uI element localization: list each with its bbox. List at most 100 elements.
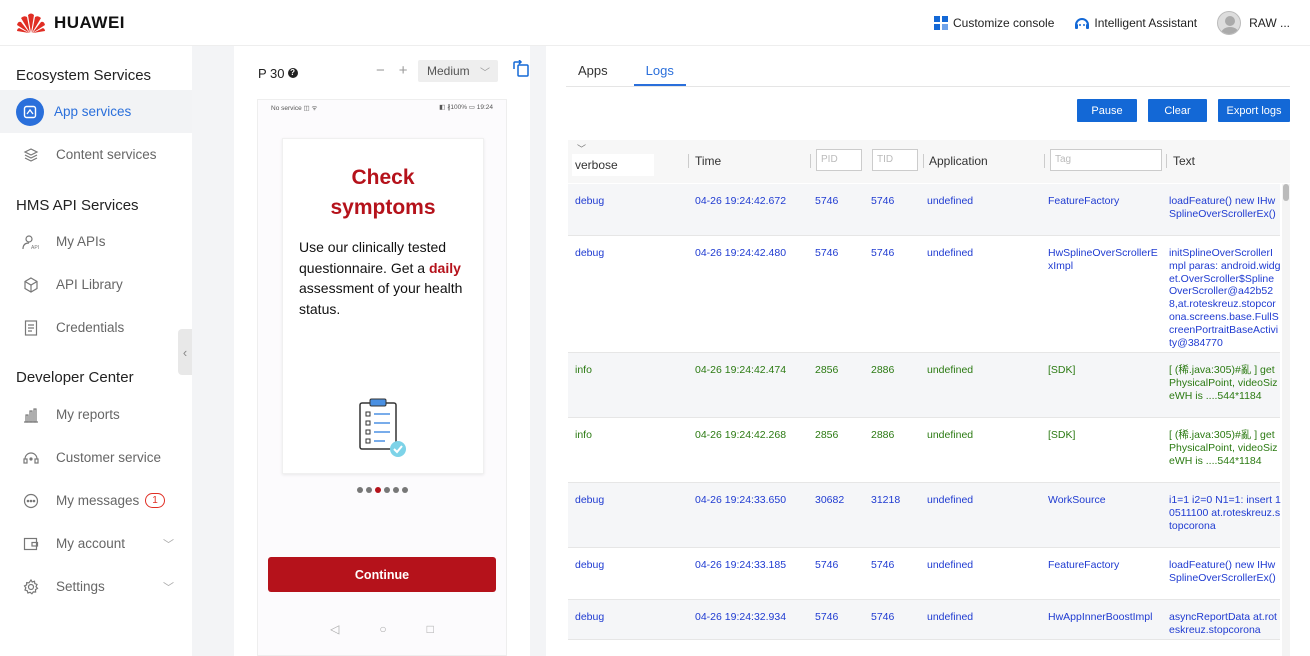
tid-filter-input[interactable]: TID bbox=[872, 149, 918, 171]
chevron-down-icon[interactable]: ﹀ bbox=[163, 536, 174, 552]
log-time: 04-26 19:24:33.185 bbox=[695, 559, 787, 571]
column-divider bbox=[923, 154, 924, 168]
card-body-highlight: daily bbox=[428, 259, 461, 276]
pagination-dot[interactable] bbox=[401, 487, 408, 493]
table-row[interactable]: debug 04-26 19:24:33.185 5746 5746 undefined… bbox=[568, 548, 1280, 600]
section-hms-api-services: HMS API Services bbox=[16, 197, 139, 214]
sidebar-item-label: Customer service bbox=[56, 450, 162, 465]
huawei-flower-icon bbox=[17, 13, 45, 33]
chevron-left-icon: ‹ bbox=[182, 344, 188, 360]
intelligent-assistant-link[interactable]: Intelligent Assistant bbox=[1074, 16, 1197, 30]
pagination-dot[interactable] bbox=[383, 487, 390, 493]
sidebar-item-label: Content services bbox=[56, 147, 157, 162]
pid-filter-input[interactable]: PID bbox=[816, 149, 862, 171]
table-row[interactable]: debug 04-26 19:24:42.480 5746 5746 undefined… bbox=[568, 236, 1280, 353]
log-time: 04-26 19:24:42.672 bbox=[695, 195, 787, 207]
device-panel: P 30 ? − + Medium ﹀ No service ◫ ᯤ ◧ ∦10… bbox=[234, 46, 530, 656]
chevron-down-icon[interactable]: ﹀ bbox=[163, 579, 174, 595]
pagination-dot[interactable] bbox=[365, 487, 372, 493]
log-pid: 2856 bbox=[815, 429, 839, 441]
log-text: [ (稀.java:305)#亂 ] getPhysicalPoint, vid… bbox=[1169, 364, 1278, 402]
log-tag: HwAppInnerBoostImpl bbox=[1048, 611, 1153, 623]
chevron-down-icon: ﹀ bbox=[480, 67, 490, 79]
home-nav-icon[interactable]: ○ bbox=[379, 622, 386, 636]
app-services-icon bbox=[16, 97, 44, 126]
log-level: info bbox=[575, 364, 592, 376]
level-filter-select[interactable]: ﹀ verbose bbox=[572, 144, 654, 176]
continue-button[interactable]: Continue bbox=[268, 557, 496, 592]
log-time: 04-26 19:24:33.650 bbox=[695, 494, 787, 506]
layers-icon bbox=[20, 144, 42, 166]
sidebar-item-label: My account bbox=[56, 536, 126, 551]
export-logs-button[interactable]: Export logs bbox=[1218, 99, 1290, 122]
recents-nav-icon[interactable]: □ bbox=[427, 622, 434, 636]
chat-icon bbox=[20, 490, 42, 512]
log-time: 04-26 19:24:42.268 bbox=[695, 429, 787, 441]
log-tid: 5746 bbox=[871, 247, 895, 259]
sidebar-item-api-library[interactable]: API Library bbox=[0, 263, 192, 306]
help-icon[interactable]: ? bbox=[287, 68, 298, 78]
log-text: initSplineOverScrollerImpl paras: androi… bbox=[1169, 247, 1281, 349]
tag-filter-input[interactable]: Tag bbox=[1050, 149, 1162, 171]
huawei-logo[interactable]: HUAWEI bbox=[16, 11, 125, 35]
pagination-dot[interactable] bbox=[392, 487, 399, 493]
log-tid: 5746 bbox=[871, 559, 895, 571]
status-right: ◧ ∦100% ▭ 19:24 bbox=[439, 104, 493, 111]
column-divider bbox=[1044, 154, 1045, 168]
pagination-dot-active[interactable] bbox=[374, 487, 381, 493]
zoom-in-button[interactable]: + bbox=[399, 62, 408, 79]
pause-button[interactable]: Pause bbox=[1077, 99, 1137, 122]
column-divider bbox=[688, 154, 689, 168]
table-row[interactable]: debug 04-26 19:24:32.934 5746 5746 undefined… bbox=[568, 600, 1280, 640]
status-bar: No service ◫ ᯤ ◧ ∦100% ▭ 19:24 bbox=[271, 103, 493, 112]
sidebar-item-app-services[interactable]: App services bbox=[0, 90, 192, 133]
sidebar-item-my-account[interactable]: My account ﹀ bbox=[0, 522, 192, 565]
log-tag: FeatureFactory bbox=[1048, 559, 1120, 571]
column-divider bbox=[1166, 154, 1167, 168]
clear-button[interactable]: Clear bbox=[1148, 99, 1207, 122]
table-row[interactable]: debug 04-26 19:24:42.672 5746 5746 undefined… bbox=[568, 184, 1280, 236]
api-user-icon: API bbox=[20, 231, 42, 253]
sidebar-item-label: My messages bbox=[56, 493, 140, 508]
log-actions: Pause Clear Export logs bbox=[1077, 99, 1290, 122]
back-nav-icon[interactable]: ◁ bbox=[330, 622, 339, 636]
log-scrollbar-thumb[interactable] bbox=[1283, 184, 1289, 201]
user-menu[interactable]: RAW ... bbox=[1217, 11, 1290, 35]
log-application: undefined bbox=[927, 611, 974, 623]
log-level: debug bbox=[575, 195, 605, 207]
log-text: loadFeature() new IHwSplineOverScrollerE… bbox=[1169, 195, 1276, 220]
sidebar-item-my-messages[interactable]: My messages 1 bbox=[0, 479, 192, 522]
sidebar-item-settings[interactable]: Settings ﹀ bbox=[0, 565, 192, 608]
tab-logs[interactable]: Logs bbox=[633, 56, 686, 86]
log-application: undefined bbox=[927, 247, 974, 259]
headset-icon bbox=[20, 447, 42, 469]
table-row[interactable]: debug 04-26 19:24:33.650 30682 31218 undefin… bbox=[568, 483, 1281, 548]
sidebar-collapse-toggle[interactable]: ‹ bbox=[178, 329, 192, 375]
table-row[interactable]: info 04-26 19:24:42.474 2856 2886 undefined [… bbox=[568, 353, 1280, 418]
log-tag: [SDK] bbox=[1048, 429, 1076, 441]
rotate-screen-icon[interactable] bbox=[512, 60, 530, 78]
log-application: undefined bbox=[927, 429, 974, 441]
log-tid: 31218 bbox=[871, 494, 901, 506]
sidebar-item-customer-service[interactable]: Customer service bbox=[0, 436, 192, 479]
sidebar-item-content-services[interactable]: Content services bbox=[0, 133, 192, 176]
log-tid: 2886 bbox=[871, 364, 895, 376]
table-row[interactable]: info 04-26 19:24:42.268 2856 2886 undefined [… bbox=[568, 418, 1280, 483]
onboarding-card: Check symptoms Use our clinically tested… bbox=[282, 138, 484, 474]
sidebar-item-my-apis[interactable]: API My APIs bbox=[0, 220, 192, 263]
tab-apps[interactable]: Apps bbox=[566, 56, 620, 86]
log-application: undefined bbox=[927, 364, 974, 376]
log-scrollbar-track[interactable] bbox=[1282, 184, 1290, 656]
device-size-select[interactable]: Medium ﹀ bbox=[418, 60, 498, 82]
log-pid: 30682 bbox=[815, 494, 845, 506]
zoom-out-button[interactable]: − bbox=[376, 62, 385, 79]
phone-screen: No service ◫ ᯤ ◧ ∦100% ▭ 19:24 Check sym… bbox=[257, 99, 507, 656]
log-text: loadFeature() new IHwSplineOverScrollerE… bbox=[1169, 559, 1276, 584]
messages-count-badge: 1 bbox=[145, 493, 165, 508]
sidebar-item-my-reports[interactable]: My reports bbox=[0, 393, 192, 436]
document-icon bbox=[20, 317, 42, 339]
customize-console-link[interactable]: Customize console bbox=[933, 15, 1054, 31]
pagination-dot[interactable] bbox=[356, 487, 363, 493]
sidebar-item-credentials[interactable]: Credentials bbox=[0, 306, 192, 349]
avatar bbox=[1217, 11, 1242, 35]
